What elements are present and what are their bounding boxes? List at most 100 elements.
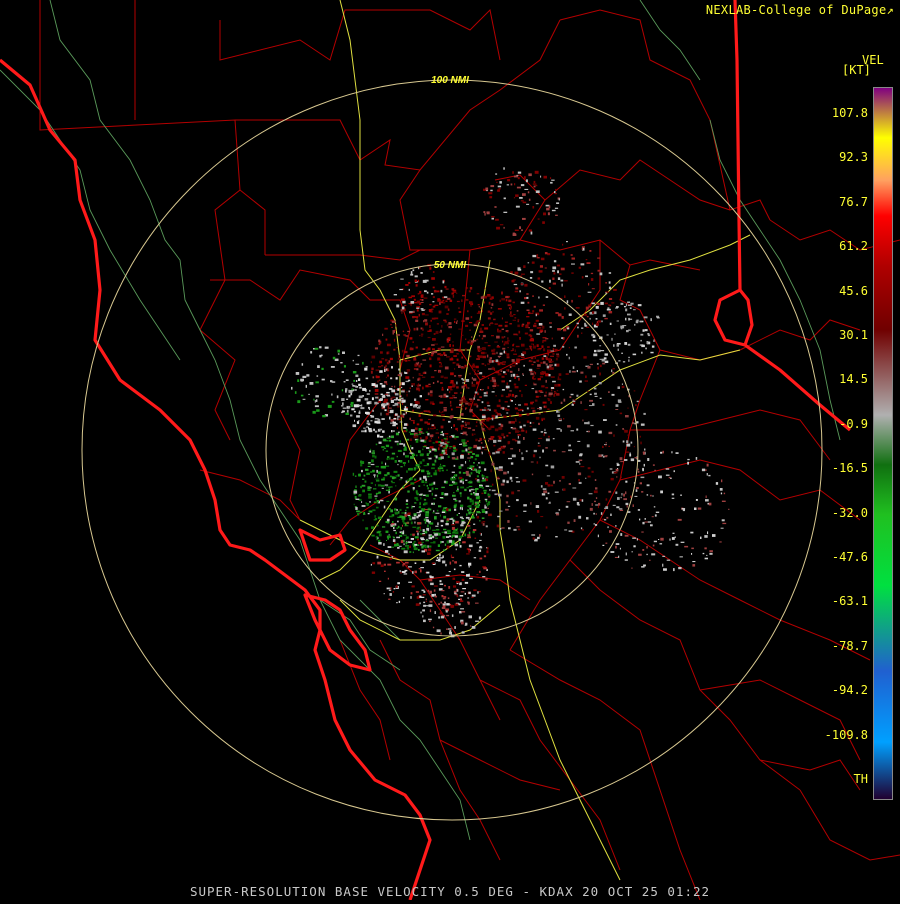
echo-pixel: [491, 391, 495, 393]
echo-pixel: [444, 543, 447, 546]
echo-pixel: [581, 327, 584, 329]
echo-pixel: [528, 360, 533, 363]
echo-pixel: [589, 393, 592, 396]
echo-pixel: [457, 488, 459, 491]
echo-pixel: [469, 467, 472, 469]
echo-pixel: [371, 383, 376, 386]
echo-pixel: [566, 353, 568, 356]
echo-pixel: [410, 429, 415, 432]
echo-pixel: [473, 397, 475, 400]
echo-pixel: [521, 343, 525, 347]
echo-pixel: [406, 470, 408, 473]
echo-pixel: [540, 431, 544, 433]
echo-pixel: [414, 404, 418, 406]
echo-pixel: [391, 435, 394, 439]
echo-pixel: [500, 370, 503, 372]
echo-pixel: [475, 365, 479, 369]
echo-pixel: [451, 556, 455, 559]
echo-pixel: [452, 362, 455, 364]
echo-pixel: [568, 313, 572, 316]
echo-pixel: [525, 179, 528, 183]
echo-pixel: [426, 470, 430, 472]
echo-pixel: [445, 288, 449, 290]
echo-pixel: [418, 401, 420, 405]
echo-pixel: [361, 430, 365, 433]
echo-pixel: [428, 578, 433, 582]
echo-pixel: [615, 468, 619, 472]
echo-pixel: [360, 461, 365, 464]
echo-pixel: [529, 339, 534, 342]
echo-pixel: [608, 286, 612, 289]
echo-pixel: [443, 452, 446, 455]
echo-pixel: [513, 197, 516, 199]
echo-pixel: [372, 509, 376, 512]
echo-pixel: [580, 527, 583, 530]
echo-pixel: [568, 483, 571, 485]
echo-pixel: [597, 349, 601, 353]
echo-pixel: [331, 400, 335, 403]
echo-pixel: [458, 603, 461, 606]
echo-pixel: [450, 404, 452, 407]
echo-pixel: [384, 381, 388, 384]
echo-pixel: [398, 545, 402, 547]
echo-pixel: [586, 444, 590, 448]
echo-pixel: [376, 375, 380, 379]
echo-pixel: [478, 549, 482, 552]
echo-pixel: [459, 545, 462, 548]
echo-pixel: [378, 401, 381, 403]
echo-pixel: [387, 553, 390, 555]
echo-pixel: [400, 540, 404, 544]
echo-pixel: [418, 450, 421, 453]
echo-pixel: [423, 410, 428, 412]
echo-pixel: [438, 371, 440, 374]
echo-pixel: [447, 337, 451, 340]
echo-pixel: [486, 547, 488, 549]
echo-pixel: [417, 526, 421, 528]
echo-pixel: [466, 487, 470, 489]
echo-pixel: [441, 511, 446, 513]
echo-pixel: [467, 457, 471, 459]
echo-pixel: [469, 527, 471, 529]
echo-pixel: [646, 494, 649, 496]
echo-pixel: [428, 537, 432, 540]
echo-pixel: [443, 407, 447, 409]
echo-pixel: [408, 460, 410, 463]
echo-pixel: [553, 272, 556, 275]
echo-pixel: [484, 504, 486, 507]
echo-pixel: [438, 616, 441, 619]
echo-pixel: [353, 385, 357, 387]
echo-pixel: [368, 493, 372, 496]
echo-pixel: [399, 385, 402, 388]
echo-pixel: [400, 527, 402, 530]
echo-pixel: [596, 363, 599, 365]
echo-pixel: [424, 509, 428, 511]
echo-pixel: [636, 538, 638, 541]
echo-pixel: [383, 447, 387, 449]
echo-pixel: [405, 428, 408, 432]
echo-pixel: [705, 499, 709, 502]
echo-pixel: [481, 451, 483, 455]
echo-pixel: [458, 500, 461, 503]
echo-pixel: [566, 300, 569, 304]
echo-pixel: [446, 518, 450, 521]
echo-pixel: [362, 395, 364, 397]
echo-pixel: [418, 549, 420, 551]
echo-pixel: [402, 413, 406, 416]
echo-pixel: [384, 358, 388, 362]
echo-pixel: [502, 479, 506, 483]
echo-pixel: [584, 409, 588, 411]
echo-pixel: [351, 408, 355, 411]
echo-pixel: [719, 488, 723, 491]
echo-pixel: [595, 318, 598, 320]
echo-pixel: [642, 329, 645, 332]
brand-label[interactable]: NEXLAB-College of DuPage↗: [706, 3, 894, 17]
echo-pixel: [416, 307, 420, 309]
echo-pixel: [595, 306, 599, 309]
echo-pixel: [489, 323, 491, 326]
echo-pixel: [545, 464, 549, 467]
echo-pixel: [598, 430, 602, 434]
echo-pixel: [492, 360, 494, 363]
echo-pixel: [476, 358, 480, 360]
echo-pixel: [532, 206, 535, 209]
echo-pixel: [548, 374, 551, 377]
